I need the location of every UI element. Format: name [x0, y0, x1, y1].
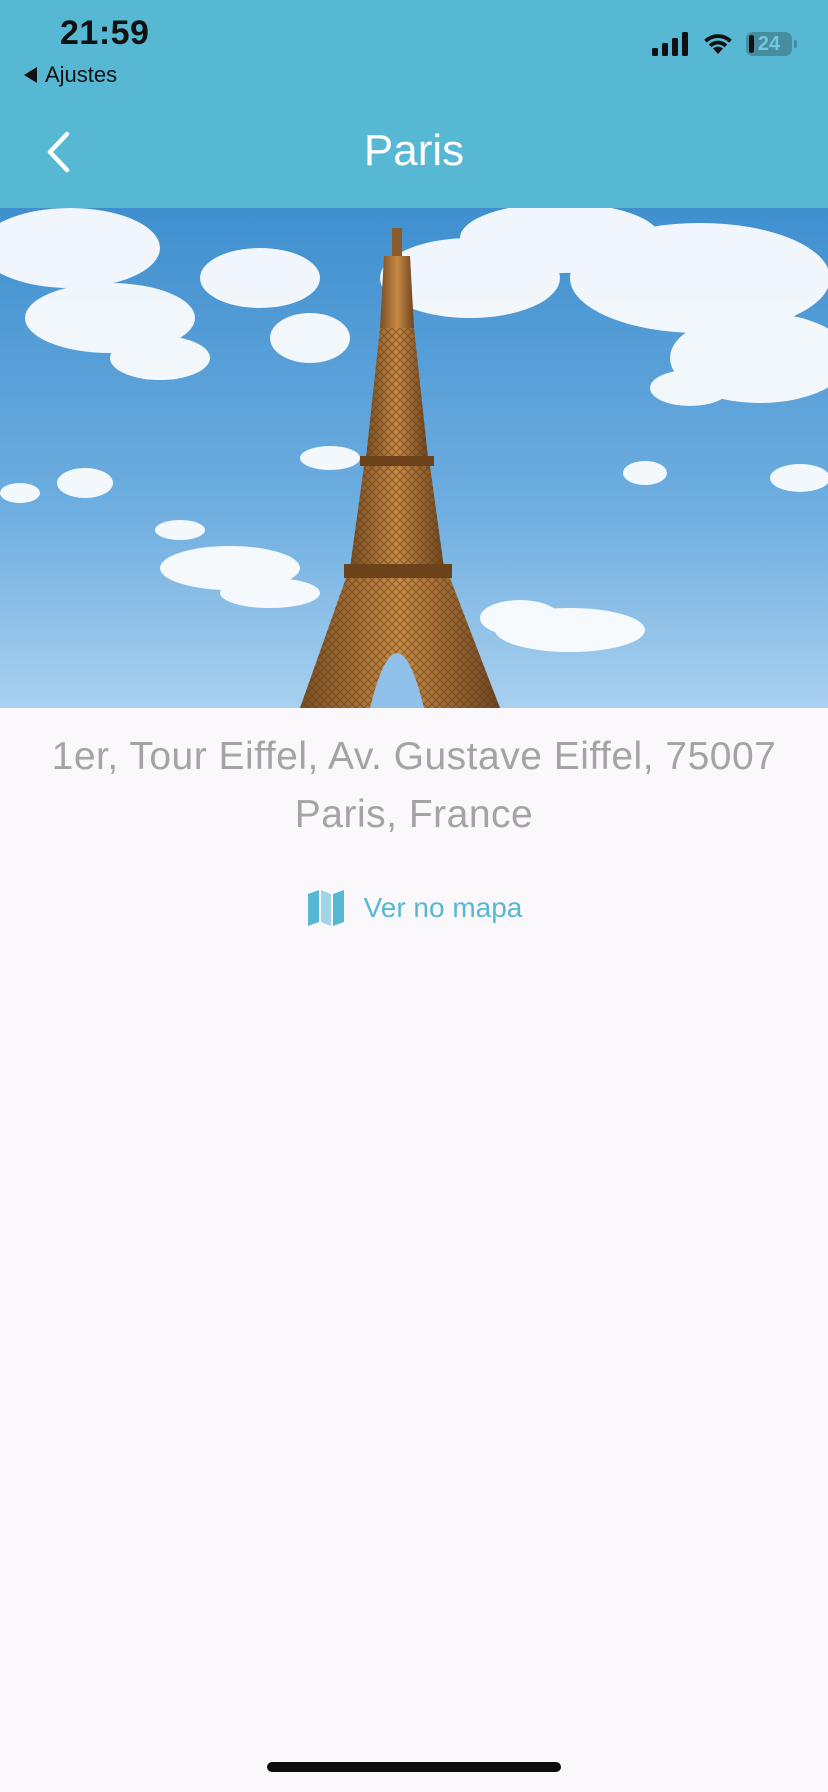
address-line-2: Paris, France [294, 793, 534, 836]
battery-icon: 24 [746, 32, 797, 56]
status-time: 21:59 [60, 14, 150, 52]
home-indicator [267, 1762, 561, 1772]
battery-nub [794, 40, 797, 48]
status-back-label: Ajustes [45, 62, 118, 87]
view-on-map-button[interactable]: Ver no mapa [0, 888, 828, 928]
view-on-map-label: Ver no mapa [363, 892, 523, 923]
back-triangle-icon [24, 67, 37, 83]
status-icons: 24 [652, 32, 797, 56]
wifi-icon [704, 34, 732, 54]
page-title: Paris [363, 126, 465, 175]
hero-image-eiffel-tower [0, 208, 828, 708]
battery-level: 24 [757, 32, 781, 55]
status-back-to-app[interactable]: Ajustes [24, 62, 117, 88]
place-address: 1er, Tour Eiffel, Av. Gustave Eiffel, 75… [20, 728, 808, 844]
address-line-1: 1er, Tour Eiffel, Av. Gustave Eiffel, 75… [51, 735, 777, 778]
map-icon [307, 890, 344, 926]
eiffel-tower-photo [0, 208, 828, 708]
app-header: 21:59 Ajustes 24 Paris [0, 0, 828, 208]
cellular-signal-icon [652, 32, 688, 56]
